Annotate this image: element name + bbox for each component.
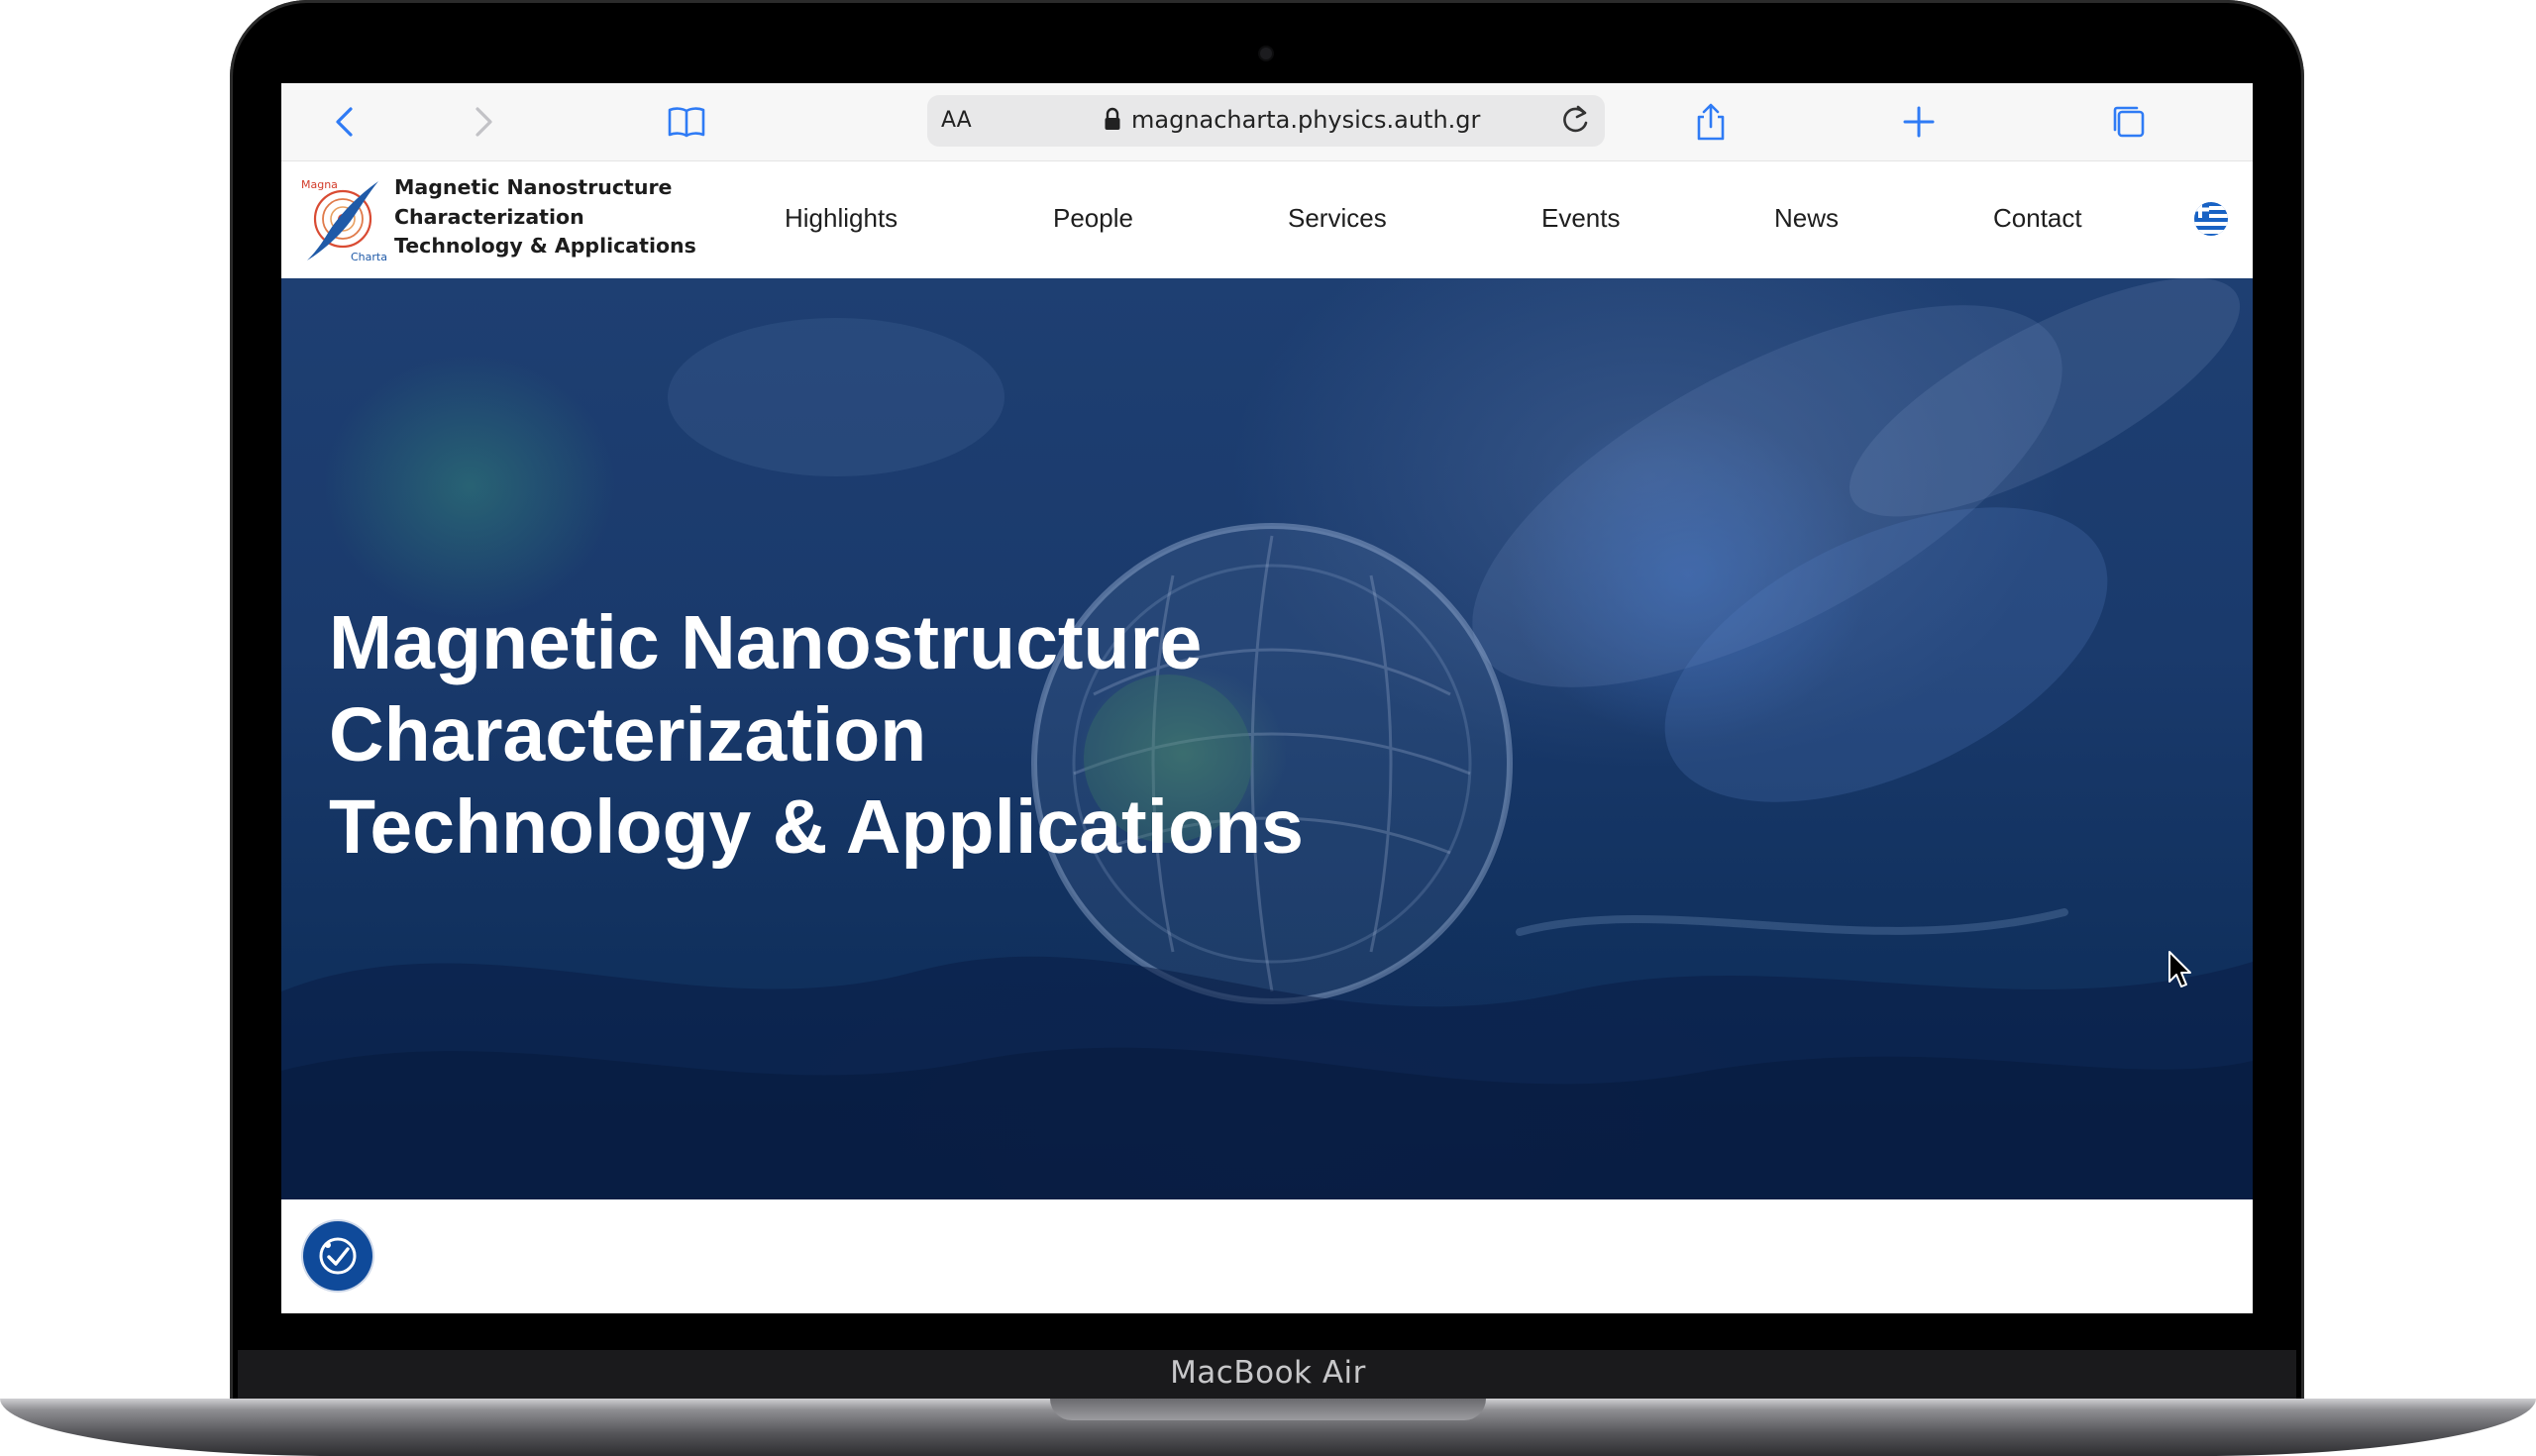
url-text[interactable]: magnacharta.physics.auth.gr — [1131, 106, 1480, 134]
logo-mark-top: Magna — [301, 178, 338, 191]
site-navbar: Magna Charta Magnetic Nanostructure Char… — [281, 161, 2253, 279]
device-label: MacBook Air — [1170, 1355, 1366, 1391]
page-bottom — [281, 1199, 2253, 1313]
logo-line: Technology & Applications — [394, 234, 696, 258]
nav-news[interactable]: News — [1774, 203, 1839, 234]
reload-icon[interactable] — [1553, 99, 1597, 143]
logo-mark-bottom: Charta — [351, 251, 386, 263]
nav-contact[interactable]: Contact — [1993, 203, 2082, 234]
hero-banner: Magnetic Nanostructure Characterization … — [281, 278, 2253, 1199]
share-icon[interactable] — [1690, 101, 1732, 143]
tabs-icon[interactable] — [2108, 101, 2150, 143]
screen: AA magnacharta.physics.auth.gr Magna Cha… — [281, 83, 2253, 1313]
nav-services[interactable]: Services — [1288, 203, 1387, 234]
new-tab-icon[interactable] — [1898, 101, 1940, 143]
nav-people[interactable]: People — [1053, 203, 1133, 234]
hero-title-line: Technology & Applications — [329, 784, 1304, 870]
browser-toolbar: AA magnacharta.physics.auth.gr — [281, 83, 2253, 161]
hero-title: Magnetic Nanostructure Characterization … — [329, 597, 1304, 874]
hero-title-line: Characterization — [329, 692, 927, 778]
greek-flag-icon[interactable] — [2191, 201, 2231, 237]
mouse-pointer-icon — [2168, 951, 2191, 988]
camera-icon — [1260, 48, 1272, 59]
bookmarks-icon[interactable] — [666, 101, 707, 143]
lock-icon — [1105, 107, 1120, 130]
logo-line: Magnetic Nanostructure — [394, 175, 673, 199]
forward-icon[interactable] — [462, 101, 503, 143]
nav-events[interactable]: Events — [1541, 203, 1621, 234]
logo-line: Characterization — [394, 204, 584, 229]
text-size-button[interactable]: AA — [941, 108, 972, 133]
hero-title-line: Magnetic Nanostructure — [329, 600, 1203, 685]
magnacharta-logo[interactable]: Magna Charta — [299, 175, 386, 264]
accessibility-button[interactable] — [303, 1221, 372, 1291]
laptop-notch — [1050, 1399, 1486, 1420]
nav-highlights[interactable]: Highlights — [785, 203, 898, 234]
back-icon[interactable] — [325, 101, 367, 143]
accessibility-icon — [319, 1237, 357, 1275]
address-bar[interactable]: AA magnacharta.physics.auth.gr — [927, 95, 1605, 147]
logo-text[interactable]: Magnetic Nanostructure Characterization … — [394, 173, 711, 261]
